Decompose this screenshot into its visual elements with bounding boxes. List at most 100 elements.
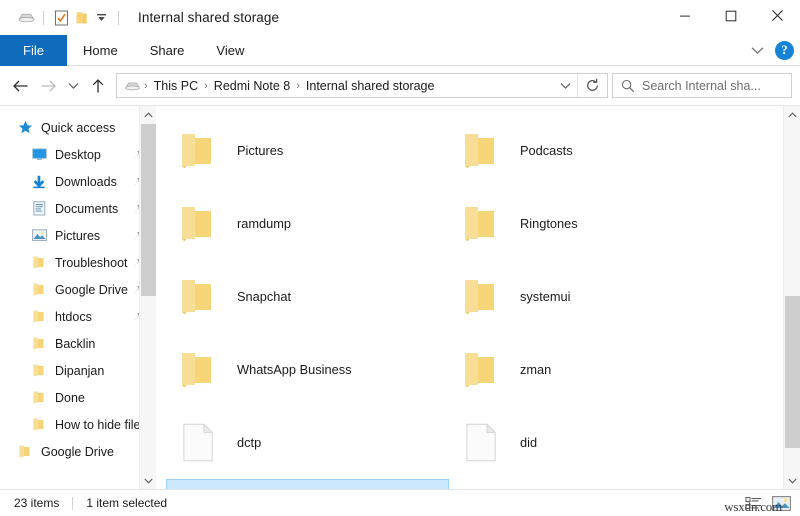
toolbar-divider-2 xyxy=(118,10,119,25)
file-item[interactable]: Pictures xyxy=(166,114,449,187)
address-dropdown-icon[interactable] xyxy=(553,74,577,97)
large-icons-view-icon[interactable] xyxy=(770,493,792,515)
file-item[interactable]: ramdump xyxy=(166,187,449,260)
sidebar-item-google-drive[interactable]: Google Drive xyxy=(0,276,156,303)
sidebar-scrollbar-thumb[interactable] xyxy=(141,124,156,296)
breadcrumb: › This PC › Redmi Note 8 › Internal shar… xyxy=(117,79,553,93)
maximize-button[interactable] xyxy=(708,0,754,31)
sidebar-item-dipanjan[interactable]: Dipanjan xyxy=(0,357,156,384)
file-icon xyxy=(175,418,221,468)
content-scroll-up-icon[interactable] xyxy=(784,106,800,123)
sidebar-scrollbar[interactable] xyxy=(139,106,156,489)
folder-icon xyxy=(175,199,221,249)
sidebar-item-label: Troubleshoot xyxy=(55,255,128,270)
folder-icon xyxy=(30,364,48,377)
window-controls xyxy=(662,0,800,31)
folder-icon xyxy=(30,418,48,431)
close-button[interactable] xyxy=(754,0,800,31)
sidebar-item-troubleshoot[interactable]: Troubleshoot xyxy=(0,249,156,276)
file-item[interactable]: systemui xyxy=(449,260,732,333)
properties-icon[interactable] xyxy=(51,8,71,28)
file-item[interactable]: Podcasts xyxy=(449,114,732,187)
folder-icon xyxy=(458,126,504,176)
up-arrow-icon[interactable] xyxy=(84,72,112,100)
customize-dropdown-icon[interactable] xyxy=(91,8,111,28)
details-view-icon[interactable] xyxy=(742,493,764,515)
file-item[interactable]: Snapchat xyxy=(166,260,449,333)
back-arrow-icon[interactable] xyxy=(6,72,34,100)
folder-icon xyxy=(16,445,34,458)
sidebar-item-label: Documents xyxy=(55,201,119,216)
sidebar-item-documents[interactable]: Documents xyxy=(0,195,156,222)
file-grid: Pictures Podcasts ramdump Ringtones Snapchat… xyxy=(156,106,783,489)
content-scrollbar-thumb[interactable] xyxy=(785,296,800,448)
breadcrumb-separator-1: › xyxy=(144,79,148,92)
folder-icon xyxy=(175,272,221,322)
sidebar-item-downloads[interactable]: Downloads xyxy=(0,168,156,195)
search-icon xyxy=(621,79,635,92)
refresh-icon[interactable] xyxy=(577,74,607,97)
folder-icon xyxy=(30,256,48,269)
file-item[interactable]: dctp xyxy=(166,406,449,479)
sidebar-item-label: Downloads xyxy=(55,174,117,189)
folder-icon xyxy=(175,126,221,176)
folder-icon xyxy=(30,337,48,350)
tab-share[interactable]: Share xyxy=(134,35,201,66)
star-icon xyxy=(16,120,34,135)
sidebar-item-htdocs[interactable]: htdocs xyxy=(0,303,156,330)
new-folder-icon[interactable] xyxy=(71,8,91,28)
file-item[interactable]: zman xyxy=(449,333,732,406)
sidebar-item-done[interactable]: Done xyxy=(0,384,156,411)
sidebar-item-google-drive[interactable]: Google Drive xyxy=(0,438,156,465)
file-icon xyxy=(458,418,504,468)
sidebar-scroll-up-icon[interactable] xyxy=(140,106,156,123)
sidebar-item-quick-access[interactable]: Quick access xyxy=(0,114,156,141)
content-scrollbar[interactable] xyxy=(783,106,800,489)
sidebar-scroll-down-icon[interactable] xyxy=(140,472,156,489)
tab-home[interactable]: Home xyxy=(67,35,134,66)
quick-access-toolbar xyxy=(0,8,126,28)
forward-arrow-icon[interactable] xyxy=(34,72,62,100)
sidebar-item-label: Quick access xyxy=(41,120,116,135)
file-item[interactable]: WhatsApp Business xyxy=(166,333,449,406)
folder-icon xyxy=(175,345,221,395)
item-count: 23 items xyxy=(14,496,60,510)
sidebar-item-label: Done xyxy=(55,390,85,405)
search-input[interactable]: Search Internal sha... xyxy=(612,73,792,98)
breadcrumb-internal-shared-storage[interactable]: Internal shared storage xyxy=(303,79,438,93)
status-divider xyxy=(72,496,74,510)
title-bar: Internal shared storage xyxy=(0,0,800,35)
file-list-pane[interactable]: Pictures Podcasts ramdump Ringtones Snapchat… xyxy=(156,106,800,489)
sidebar-item-how-to-hide-files[interactable]: How to hide files xyxy=(0,411,156,438)
recent-locations-icon[interactable] xyxy=(62,72,84,100)
tab-view[interactable]: View xyxy=(200,35,260,66)
file-item[interactable]: .nomedia xyxy=(166,479,449,489)
file-item-label: did xyxy=(520,435,538,450)
breadcrumb-separator-3: › xyxy=(296,79,300,92)
breadcrumb-separator-2: › xyxy=(204,79,208,92)
file-item[interactable]: Ringtones xyxy=(449,187,732,260)
file-item-label: Snapchat xyxy=(237,289,292,304)
content-scroll-down-icon[interactable] xyxy=(784,472,800,489)
breadcrumb-redmi-note-8[interactable]: Redmi Note 8 xyxy=(211,79,293,93)
drive-icon[interactable] xyxy=(16,8,36,28)
sidebar-item-desktop[interactable]: Desktop xyxy=(0,141,156,168)
folder-icon xyxy=(458,199,504,249)
document-icon xyxy=(30,201,48,216)
chevron-down-icon[interactable] xyxy=(747,41,767,61)
file-item[interactable]: did xyxy=(449,406,732,479)
sidebar-item-label: Backlin xyxy=(55,336,96,351)
sidebar-item-pictures[interactable]: Pictures xyxy=(0,222,156,249)
search-placeholder: Search Internal sha... xyxy=(642,78,761,93)
view-buttons xyxy=(742,490,792,516)
tab-file[interactable]: File xyxy=(0,35,67,66)
selection-status: 1 item selected xyxy=(86,496,168,510)
breadcrumb-drive-icon[interactable] xyxy=(123,80,141,92)
minimize-button[interactable] xyxy=(662,0,708,31)
explorer-body: Quick access Desktop Downloads Documents Pic… xyxy=(0,105,800,489)
sidebar-item-backlin[interactable]: Backlin xyxy=(0,330,156,357)
help-icon[interactable]: ? xyxy=(775,41,794,60)
ribbon-tabs: File Home Share View ? xyxy=(0,35,800,66)
address-bar[interactable]: › This PC › Redmi Note 8 › Internal shar… xyxy=(116,73,608,98)
breadcrumb-this-pc[interactable]: This PC xyxy=(151,79,201,93)
